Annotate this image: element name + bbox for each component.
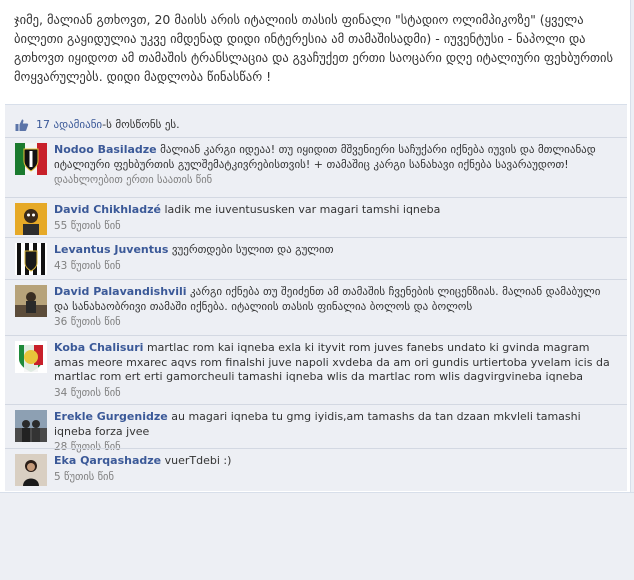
avatar[interactable]	[15, 454, 47, 486]
avatar[interactable]	[15, 143, 47, 175]
comment-author[interactable]: David Palavandishvili	[54, 285, 187, 298]
comment-item: Eka Qarqashadze vuerTdebi :) 5 წუთის წინ	[5, 448, 627, 491]
comment-time[interactable]: 43 წუთის წინ	[54, 259, 614, 274]
comment-author[interactable]: Koba Chalisuri	[54, 341, 143, 354]
comment-item: David Palavandishvili კარგი იქნება თუ შე…	[5, 279, 627, 336]
comment-item: Levantus Juventus ვუერთდები სულით და გულ…	[5, 237, 627, 280]
comment-item: Nodoo Basiladze მალიან კარგი იდეაა! თუ ი…	[5, 137, 627, 198]
comment-time[interactable]: 34 წუთის წინ	[54, 386, 614, 401]
avatar[interactable]	[15, 341, 47, 373]
avatar[interactable]	[15, 243, 47, 275]
likes-row: 17 ადამიანი-ს მოსწონს ეს.	[5, 114, 627, 136]
comment-item: David Chikhladzé ladik me iuventususken …	[5, 197, 627, 238]
comment-item: Erekle Gurgenidze au magari iqneba tu gm…	[5, 404, 627, 453]
avatar[interactable]	[15, 410, 47, 442]
comment-author[interactable]: Nodoo Basiladze	[54, 143, 157, 156]
avatar[interactable]	[15, 203, 47, 235]
comment-author[interactable]: Erekle Gurgenidze	[54, 410, 168, 423]
comment-time[interactable]: 36 წუთის წინ	[54, 315, 614, 330]
page-footer-area	[0, 492, 634, 580]
comment-author[interactable]: Eka Qarqashadze	[54, 454, 161, 467]
likes-count-link[interactable]: 17 ადამიანი	[36, 118, 102, 131]
thumbs-up-icon[interactable]	[15, 118, 29, 132]
likes-rest: -ს მოსწონს ეს.	[102, 118, 180, 131]
avatar[interactable]	[15, 285, 47, 317]
post-text: ჯიმე, მალიან გთხოვთ, 20 მაისს არის იტალი…	[14, 12, 614, 84]
likes-text: 17 ადამიანი-ს მოსწონს ეს.	[36, 118, 180, 131]
comment-time[interactable]: 5 წუთის წინ	[54, 470, 614, 485]
comment-item: Koba Chalisuri martlac rom kai iqneba ex…	[5, 335, 627, 405]
comment-author[interactable]: David Chikhladzé	[54, 203, 161, 216]
comment-text: ვუერთდები სულით და გულით	[171, 243, 334, 256]
comment-author[interactable]: Levantus Juventus	[54, 243, 168, 256]
comment-text: ladik me iuventususken var magari tamshi…	[164, 203, 441, 216]
comment-time[interactable]: დაახლოებით ერთი საათის წინ	[54, 173, 614, 188]
comment-text: vuerTdebi :)	[164, 454, 232, 467]
comment-time[interactable]: 55 წუთის წინ	[54, 219, 614, 234]
